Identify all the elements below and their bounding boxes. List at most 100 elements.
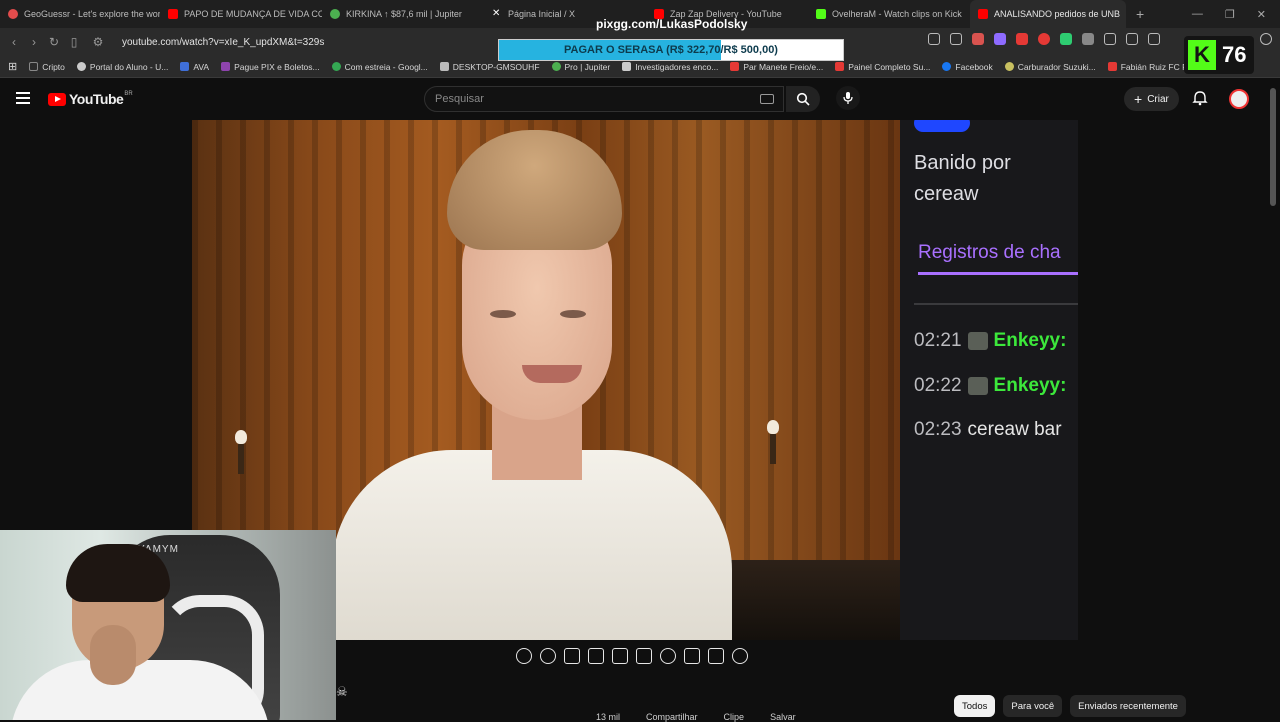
add-icon[interactable] [684,648,700,664]
film-icon[interactable] [588,648,604,664]
page-scrollbar[interactable] [1270,88,1276,206]
bookmark-item[interactable]: Facebook [942,62,993,72]
shop-icon [730,62,740,71]
kick-favicon-icon [816,9,826,19]
bookmark-item[interactable]: Cripto [29,62,65,72]
browser-tab-active[interactable]: ANALISANDO pedidos de UNB✕ [970,0,1126,28]
browser-tab[interactable]: OvelheraM - Watch clips on Kick [808,0,970,28]
youtube-header: YouTube BR Pesquisar + Criar [0,80,1280,120]
notifications-button[interactable] [1192,90,1208,111]
tab-underline [918,272,1078,275]
sidebar-icon[interactable] [1126,33,1138,45]
kick-viewer-count: 76 [1222,42,1247,67]
ava-icon [180,62,190,71]
picture-in-picture-icon[interactable] [612,648,628,664]
chat-message: 02:22 Enkeyy: [914,375,1067,396]
folder-icon [29,62,39,71]
reload-icon[interactable]: ↻ [44,35,64,49]
minimize-icon[interactable]: — [1192,8,1203,20]
voice-search-button[interactable] [836,86,860,110]
reactor-hand [90,625,136,685]
webcam-overlay: YAMYM [0,530,336,720]
browser-tab[interactable]: PAPO DE MUDANÇA DE VIDA COM [160,0,322,28]
clip-button[interactable]: Clipe [724,712,745,722]
secondary-column [1078,120,1268,640]
bookmark-item[interactable]: Pro | Jupiter [551,62,610,72]
chip-for-you[interactable]: Para você [1003,695,1063,717]
chat-badge [914,120,970,132]
shield-extension-icon[interactable] [972,33,984,45]
puzzle-icon[interactable] [1104,33,1116,45]
record-extension-icon[interactable] [1038,33,1050,45]
divider [914,303,1078,305]
theater-icon[interactable] [636,648,652,664]
menu-icon[interactable] [16,92,30,107]
extension-icon[interactable] [1082,33,1094,45]
save-button[interactable]: Salvar [770,712,796,722]
like-button[interactable]: 13 mil [596,712,620,722]
extension-icon[interactable] [994,33,1006,45]
speed-icon[interactable] [660,648,676,664]
chat-message: 02:21 Enkeyy: [914,330,1067,351]
new-tab-icon[interactable]: + [1126,6,1154,22]
donation-goal-text: PAGAR O SERASA (R$ 322,70/R$ 500,00) [564,44,778,56]
cast-icon[interactable] [928,33,940,45]
bookmark-item[interactable]: Portal do Aluno - U... [76,62,168,72]
chip-recently-uploaded[interactable]: Enviados recentemente [1070,695,1186,717]
visibility-icon[interactable] [564,648,580,664]
bookmark-item[interactable]: Pague PIX e Boletos... [221,62,320,72]
extension-icon[interactable] [1060,33,1072,45]
donation-goal-bar: PAGAR O SERASA (R$ 322,70/R$ 500,00) [498,39,844,61]
share-icon[interactable] [950,33,962,45]
shop-icon [835,62,845,71]
window-controls: — ❐ ✕ [1192,0,1280,28]
stream-chat-panel: Banido por cereaw Registros de cha 02:21… [900,120,1078,640]
search-button[interactable] [786,86,820,112]
bookmark-item[interactable]: DESKTOP-GMSOUHF [439,62,540,72]
loop-icon[interactable] [516,648,532,664]
apps-icon[interactable]: ⊞ [8,60,17,73]
youtube-play-icon [48,92,66,106]
bookmark-item[interactable]: AVA [180,62,209,72]
create-button[interactable]: + Criar [1124,87,1179,111]
video-actions: 13 mil Compartilhar Clipe Salvar [596,712,796,722]
forward-icon[interactable]: › [24,35,44,49]
browser-tab[interactable]: KIRKINA ↑ $87,6 mil | Jupiter [322,0,484,28]
banned-notice: Banido por cereaw [914,152,1011,205]
desktop-icon [439,62,449,71]
browser-tab[interactable]: GeoGuessr - Let's explore the world! [0,0,160,28]
screenshot-icon[interactable] [708,648,724,664]
bookmark-item[interactable]: Par Manete Freio/e... [730,62,823,72]
google-icon [331,62,341,71]
bookmark-icon[interactable]: ▯ [64,35,84,49]
keyboard-icon[interactable] [760,94,774,104]
bookmark-item[interactable]: Painel Completo Su... [835,62,930,72]
site-info-icon[interactable]: ⚙ [88,35,108,49]
bookmark-item[interactable]: Investigadores enco... [622,62,718,72]
back-icon[interactable]: ‹ [4,35,24,49]
close-window-icon[interactable]: ✕ [1257,8,1266,21]
share-button[interactable]: Compartilhar [646,712,698,722]
bookmark-item[interactable]: Com estreia - Googl... [331,62,428,72]
chip-all[interactable]: Todos [954,695,996,717]
reactor-hair [66,544,170,602]
extension-icon[interactable] [1016,33,1028,45]
youtube-favicon-icon [978,9,988,19]
bookmark-item[interactable]: Carburador Suzuki... [1004,62,1096,72]
x-favicon-icon: ✕ [492,8,501,19]
skull-icon: ☠ [336,684,348,699]
kick-logo-icon: K [1188,40,1216,70]
maximize-icon[interactable]: ❐ [1225,8,1235,21]
account-avatar[interactable] [1229,89,1249,109]
url-field[interactable]: youtube.com/watch?v=xIe_K_updXM&t=329s [122,37,324,48]
recommendation-chips: Todos Para você Enviados recentemente [954,695,1186,717]
profile-icon[interactable] [1260,33,1272,45]
hair [447,130,622,250]
search-input[interactable]: Pesquisar [424,86,784,112]
music-icon[interactable] [1148,33,1160,45]
facebook-icon [942,62,952,71]
bell-icon [1192,91,1208,106]
settings-gear-icon[interactable] [732,648,748,664]
youtube-logo[interactable]: YouTube BR [48,91,133,107]
audio-icon[interactable] [540,648,556,664]
